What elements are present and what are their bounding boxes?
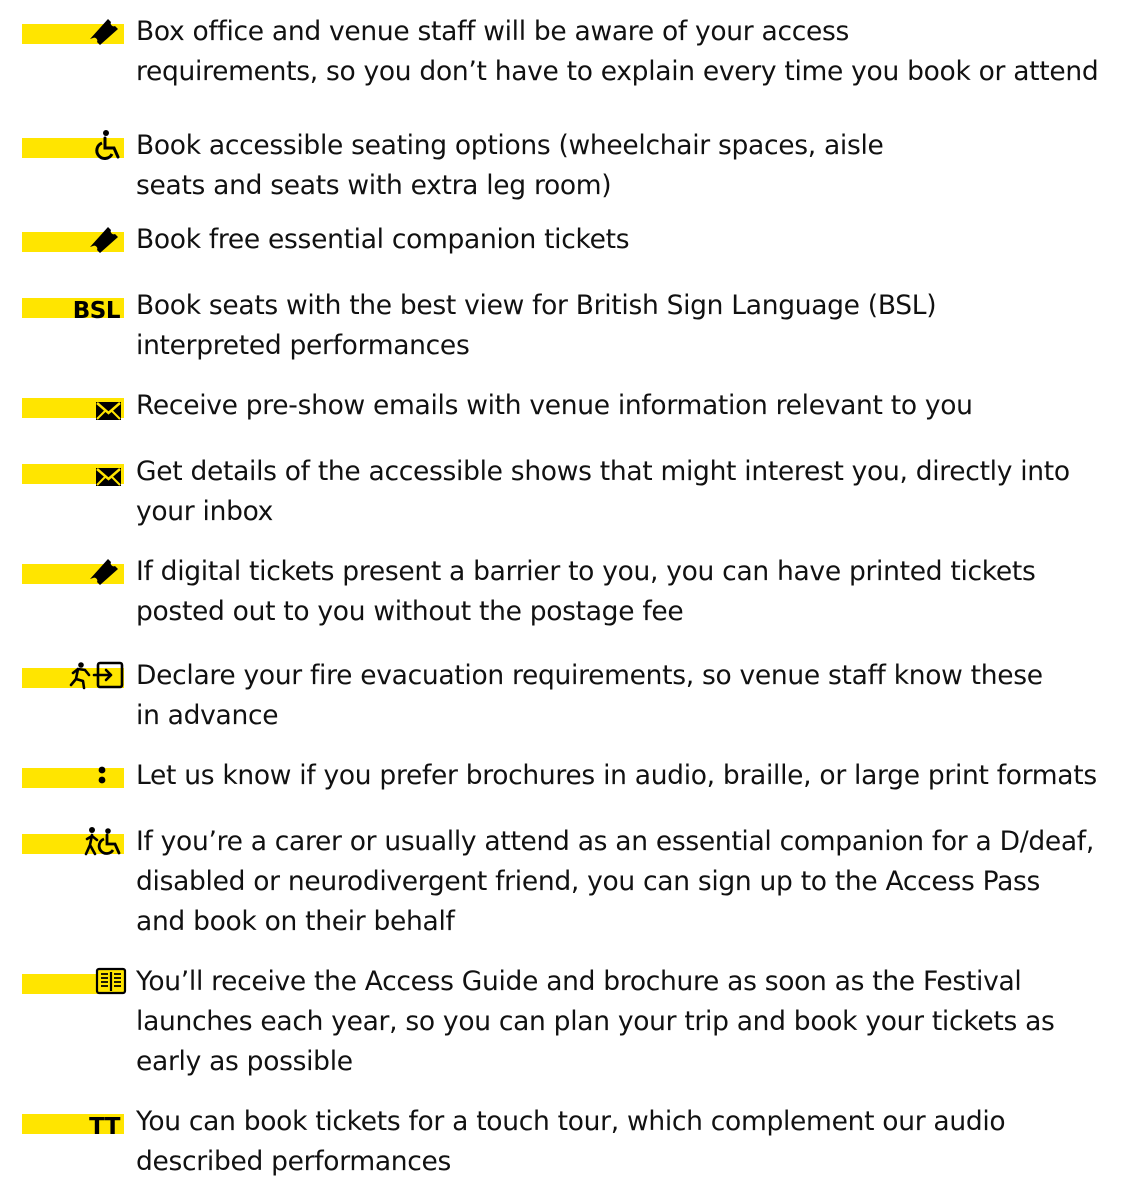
envelope-icon bbox=[94, 462, 124, 492]
item-text: Box office and venue staff will be aware… bbox=[136, 16, 1099, 87]
item-text: Declare your fire evacuation requirement… bbox=[136, 660, 1043, 731]
item-text: Let us know if you prefer brochures in a… bbox=[136, 760, 1097, 791]
icon-badge bbox=[22, 967, 127, 995]
icon-badge: TT bbox=[22, 1114, 124, 1140]
ticket-icon bbox=[86, 224, 124, 254]
ticket-icon bbox=[86, 556, 124, 586]
icon-badge bbox=[22, 766, 124, 788]
fire-exit-icon bbox=[68, 660, 126, 690]
ticket-icon bbox=[86, 16, 124, 46]
item-text: Book free essential companion tickets bbox=[136, 224, 630, 255]
open-book-icon bbox=[94, 966, 128, 996]
item-text: If you’re a carer or usually attend as a… bbox=[136, 826, 1094, 937]
icon-badge bbox=[22, 227, 124, 253]
icon-badge: BSL bbox=[22, 298, 124, 324]
braille-icon bbox=[96, 760, 108, 790]
item-text: Book accessible seating options (wheelch… bbox=[136, 130, 884, 201]
icon-badge bbox=[22, 827, 124, 856]
item-text: You can book tickets for a touch tour, w… bbox=[136, 1106, 1006, 1177]
bsl-icon: BSL bbox=[72, 298, 121, 324]
item-text: If digital tickets present a barrier to … bbox=[136, 556, 1036, 627]
icon-badge bbox=[22, 398, 124, 420]
item-text: Book seats with the best view for Britis… bbox=[136, 290, 937, 361]
wheelchair-icon bbox=[94, 130, 124, 160]
envelope-icon bbox=[94, 396, 124, 426]
item-text: Get details of the accessible shows that… bbox=[136, 456, 1070, 527]
item-text: Receive pre-show emails with venue infor… bbox=[136, 390, 973, 421]
companion-wheelchair-icon bbox=[84, 826, 124, 856]
icon-badge bbox=[22, 464, 124, 486]
icon-badge bbox=[22, 661, 124, 690]
access-pass-benefits-list: Box office and venue staff will be aware… bbox=[0, 0, 1128, 1192]
icon-badge bbox=[22, 559, 124, 585]
icon-badge bbox=[22, 130, 124, 160]
touch-tour-icon: TT bbox=[89, 1114, 120, 1140]
item-text: You’ll receive the Access Guide and broc… bbox=[136, 966, 1055, 1077]
icon-badge bbox=[22, 19, 124, 45]
